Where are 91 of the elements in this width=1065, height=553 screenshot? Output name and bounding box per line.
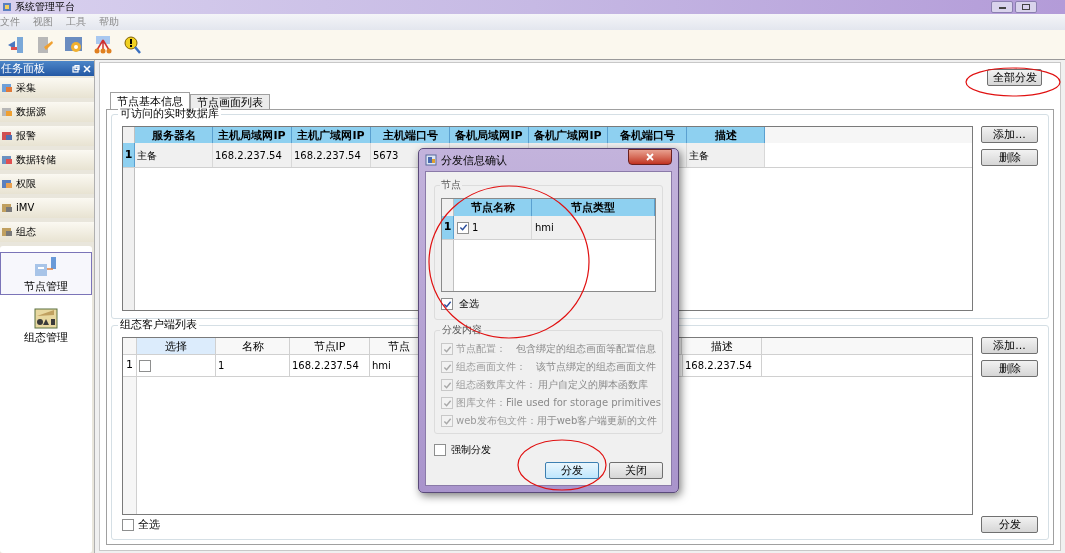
table-cell: 主备 (687, 143, 765, 167)
settings-icon[interactable] (64, 34, 84, 55)
column-header: 服务器名 (135, 127, 213, 143)
button[interactable]: 分发 (545, 462, 599, 479)
column-header: 主机局域网IP (213, 127, 292, 143)
button[interactable]: 关闭 (609, 462, 663, 479)
checkbox[interactable] (434, 444, 446, 456)
table-cell: hmi (532, 216, 655, 239)
close-button[interactable] (628, 149, 672, 165)
row-number[interactable]: 1 (123, 143, 135, 167)
option-label: web发布包文件： (456, 416, 537, 426)
table-cell: 168.2.237.54 (213, 143, 292, 167)
column-header: 描述 (687, 127, 765, 143)
column-header: 节点类型 (532, 199, 655, 216)
app-icon (2, 2, 12, 12)
option-label: 图库文件： (456, 398, 506, 408)
column-header: 备机局域网IP (450, 127, 529, 143)
minimize-icon[interactable] (991, 1, 1013, 13)
row-header-strip (442, 240, 454, 291)
table-cell: 168.2.237.54 (682, 355, 762, 376)
close-icon (646, 153, 654, 161)
button[interactable]: 删除 (981, 149, 1038, 166)
option-description: 该节点绑定的组态画面文件 (536, 362, 656, 372)
header-corner (123, 127, 135, 143)
column-header: 选择 (137, 338, 216, 354)
item-icon (1, 178, 13, 190)
item-icon (1, 226, 13, 238)
checkbox-label: 强制分发 (451, 445, 491, 455)
header-corner (442, 199, 454, 216)
item-icon (1, 130, 13, 142)
item-icon (1, 202, 13, 214)
panel-item[interactable]: 数据转储 (0, 150, 94, 170)
transfer-icon[interactable] (6, 34, 26, 55)
checkbox[interactable] (457, 221, 469, 234)
option-description: File used for storage primitives (506, 398, 661, 408)
checkbox-label: 全选 (459, 299, 479, 309)
item-icon (1, 82, 13, 94)
column-header: 主机端口号 (371, 127, 450, 143)
option-label: 组态画面文件： (456, 362, 527, 372)
panel-item[interactable]: 数据源 (0, 102, 94, 122)
window-title: 系统管理平台 (15, 2, 75, 12)
column-header: 备机端口号 (608, 127, 687, 143)
button[interactable]: 删除 (981, 360, 1038, 377)
button[interactable]: 分发 (981, 516, 1038, 533)
option-description: 用于web客户端更新的文件 (536, 416, 658, 426)
group-title: 节点 (440, 180, 462, 190)
group-title: 组态客户端列表 (118, 319, 199, 330)
option-label: 节点配置： (456, 344, 507, 354)
tab[interactable]: 节点画面列表 (190, 94, 270, 109)
panel-item[interactable]: 权限 (0, 174, 94, 194)
column-header: 描述 (682, 338, 762, 354)
button[interactable]: 全部分发 (987, 69, 1042, 86)
table-cell: 168.2.237.54 (290, 355, 370, 376)
dialog-icon (425, 154, 437, 166)
network-icon[interactable] (93, 34, 113, 55)
module-item[interactable]: 组态管理 (0, 303, 92, 346)
row-number: 1 (123, 355, 137, 376)
option-description: 用户自定义的脚本函数库 (538, 380, 648, 390)
module-item[interactable]: 节点管理 (0, 252, 92, 295)
column-header: 节点名称 (454, 199, 532, 216)
maximize-icon[interactable] (1015, 1, 1037, 13)
layout-icon (34, 306, 58, 330)
group-title: 可访问的实时数据库 (118, 108, 221, 119)
close-icon[interactable] (83, 64, 91, 73)
warning-search-icon[interactable] (122, 34, 142, 55)
checkbox-label: 全选 (138, 519, 160, 530)
pin-icon[interactable] (72, 64, 80, 73)
column-header: 名称 (216, 338, 290, 354)
table-cell: 168.2.237.54 (292, 143, 371, 167)
table-cell-text: 1 (472, 221, 479, 235)
panel-item[interactable]: 组态 (0, 222, 94, 242)
row-number: 1 (442, 216, 454, 239)
item-icon (1, 106, 13, 118)
table-cell: 1 (216, 355, 290, 376)
column-header: 备机广域网IP (529, 127, 608, 143)
tab[interactable]: 节点基本信息 (110, 92, 190, 109)
column-header: 节点IP (290, 338, 370, 354)
checkbox[interactable] (139, 359, 151, 372)
button[interactable]: 添加... (981, 337, 1038, 354)
item-icon (1, 154, 13, 166)
option-label: 组态函数库文件： (456, 380, 537, 390)
panel-item[interactable]: 采集 (0, 78, 94, 98)
table-cell: 主备 (135, 143, 213, 167)
panel-item[interactable]: iMV (0, 198, 94, 218)
checkbox[interactable] (122, 518, 134, 531)
panel-title: 任务面板 (1, 63, 45, 74)
button[interactable]: 添加... (981, 126, 1038, 143)
column-header: 主机广域网IP (292, 127, 371, 143)
node-icon (34, 255, 58, 279)
option-description: 包含绑定的组态画面等配置信息 (516, 344, 656, 354)
panel-item[interactable]: 报警 (0, 126, 94, 146)
